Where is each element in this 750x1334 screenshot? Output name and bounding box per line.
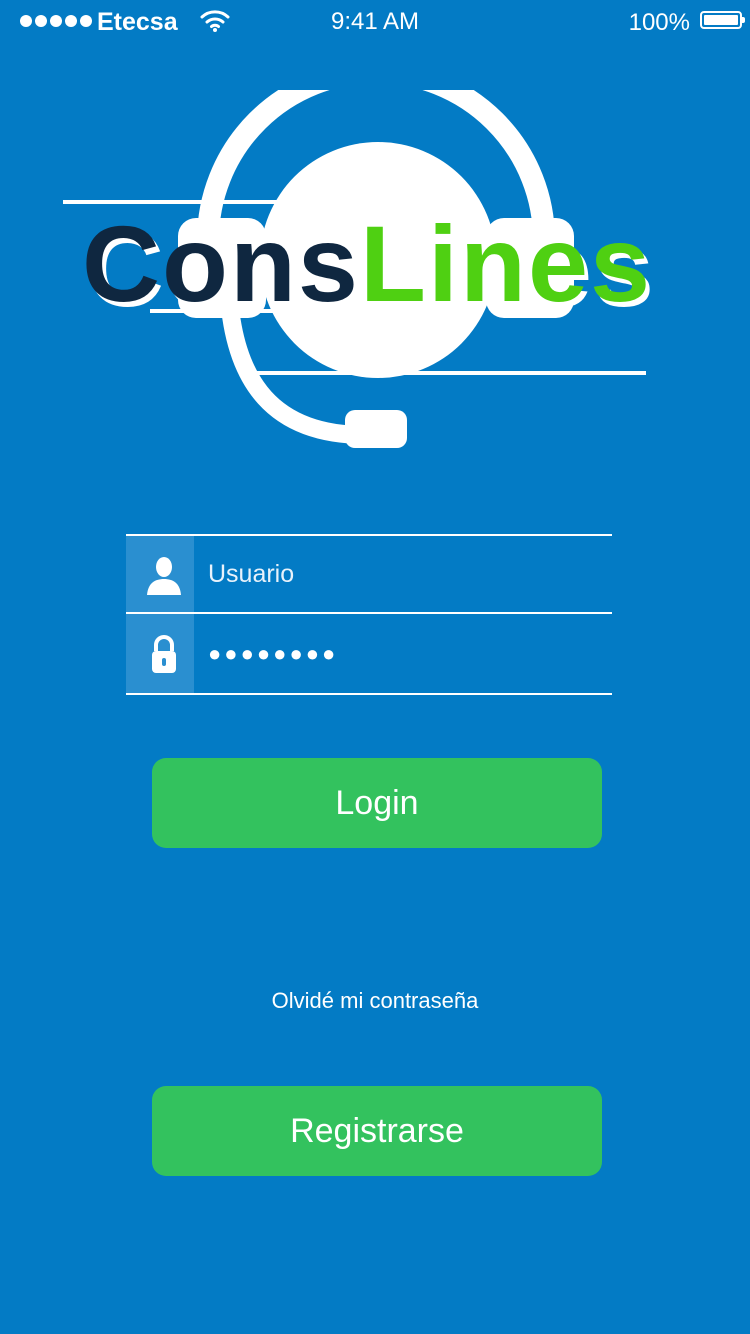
password-field[interactable]: ●●●●●●●● xyxy=(126,614,612,695)
logo-text-cons: Cons xyxy=(82,203,360,324)
status-bar: Etecsa 9:41 AM 100% xyxy=(0,0,750,44)
forgot-password-link[interactable]: Olvidé mi contraseña xyxy=(0,988,750,1014)
password-icon-box xyxy=(126,614,194,693)
logo-text: ConsLines xyxy=(82,210,652,318)
logo-text-lines: Lines xyxy=(360,203,653,324)
username-field[interactable]: Usuario xyxy=(126,534,612,614)
username-icon-box xyxy=(126,536,194,612)
password-input[interactable]: ●●●●●●●● xyxy=(208,614,338,693)
app-logo: ConsLines xyxy=(0,90,750,470)
battery-percent: 100% xyxy=(628,9,690,36)
login-button[interactable]: Login xyxy=(152,758,602,848)
register-button[interactable]: Registrarse xyxy=(152,1086,602,1176)
lock-icon xyxy=(152,635,176,673)
user-icon xyxy=(147,557,181,595)
username-input[interactable]: Usuario xyxy=(208,536,294,612)
battery-icon xyxy=(700,11,745,29)
